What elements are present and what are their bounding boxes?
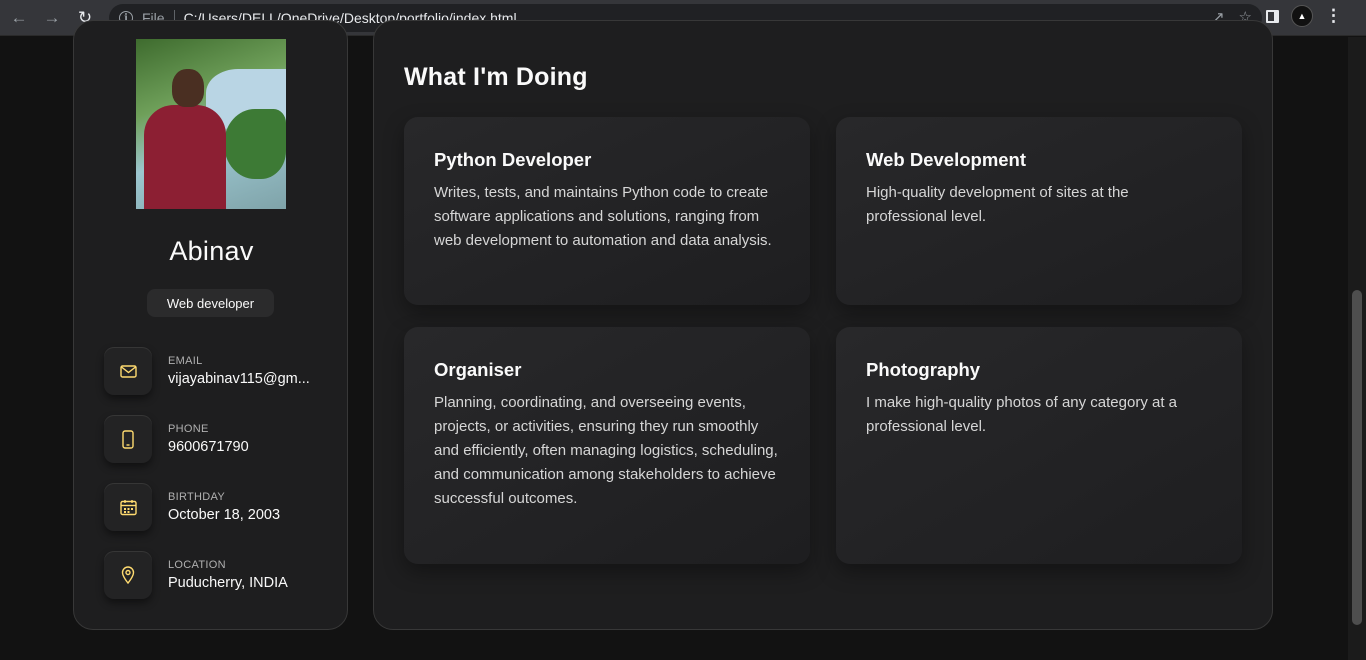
service-title: Web Development	[866, 149, 1027, 170]
main-content: What I'm Doing Python Developer Writes, …	[373, 20, 1273, 630]
profile-name: Abinav	[169, 236, 254, 266]
profile-sidebar: Abinav Web developer Email vijayabinav11…	[73, 20, 348, 630]
contact-email-label: Email	[168, 355, 203, 367]
menu-kebab-icon[interactable]: ⋮	[1325, 6, 1342, 26]
profile-avatar-icon[interactable]: ▲	[1291, 5, 1313, 27]
location-icon	[104, 551, 152, 599]
contact-phone: Phone 9600671790	[104, 415, 249, 463]
service-text: Planning, coordinating, and overseeing e…	[434, 394, 778, 507]
calendar-icon	[104, 483, 152, 531]
service-card-organiser: Organiser Planning, coordinating, and ov…	[404, 327, 810, 564]
contact-phone-value[interactable]: 9600671790	[168, 439, 249, 455]
contact-birthday-label: Birthday	[168, 491, 226, 503]
profile-title-badge: Web developer	[147, 289, 274, 317]
phone-icon	[104, 415, 152, 463]
service-card-photography: Photography I make high-quality photos o…	[836, 327, 1242, 564]
scrollbar-thumb[interactable]	[1352, 290, 1362, 625]
contact-email: Email vijayabinav115@gm...	[104, 347, 310, 395]
contact-birthday-value: October 18, 2003	[168, 507, 281, 523]
service-title: Organiser	[434, 359, 522, 380]
contact-email-value[interactable]: vijayabinav115@gm...	[168, 371, 310, 387]
mail-icon	[104, 347, 152, 395]
back-arrow-icon[interactable]: ←	[5, 4, 33, 32]
service-text: I make high-quality photos of any catego…	[866, 394, 1178, 435]
contact-birthday: Birthday October 18, 2003	[104, 483, 280, 531]
service-title: Photography	[866, 359, 981, 380]
section-title: What I'm Doing	[404, 63, 588, 91]
contact-location-label: Location	[168, 559, 226, 571]
contact-phone-label: Phone	[168, 423, 209, 435]
service-card-python: Python Developer Writes, tests, and main…	[404, 117, 810, 305]
service-title: Python Developer	[434, 149, 592, 170]
forward-arrow-icon[interactable]: →	[38, 4, 66, 32]
profile-photo	[136, 39, 286, 209]
side-panel-icon[interactable]	[1266, 9, 1279, 23]
service-text: Writes, tests, and maintains Python code…	[434, 184, 772, 249]
contact-location-value: Puducherry, INDIA	[168, 575, 288, 591]
service-text: High-quality development of sites at the…	[866, 184, 1129, 225]
service-card-web: Web Development High-quality development…	[836, 117, 1242, 305]
contact-location: Location Puducherry, INDIA	[104, 551, 288, 599]
